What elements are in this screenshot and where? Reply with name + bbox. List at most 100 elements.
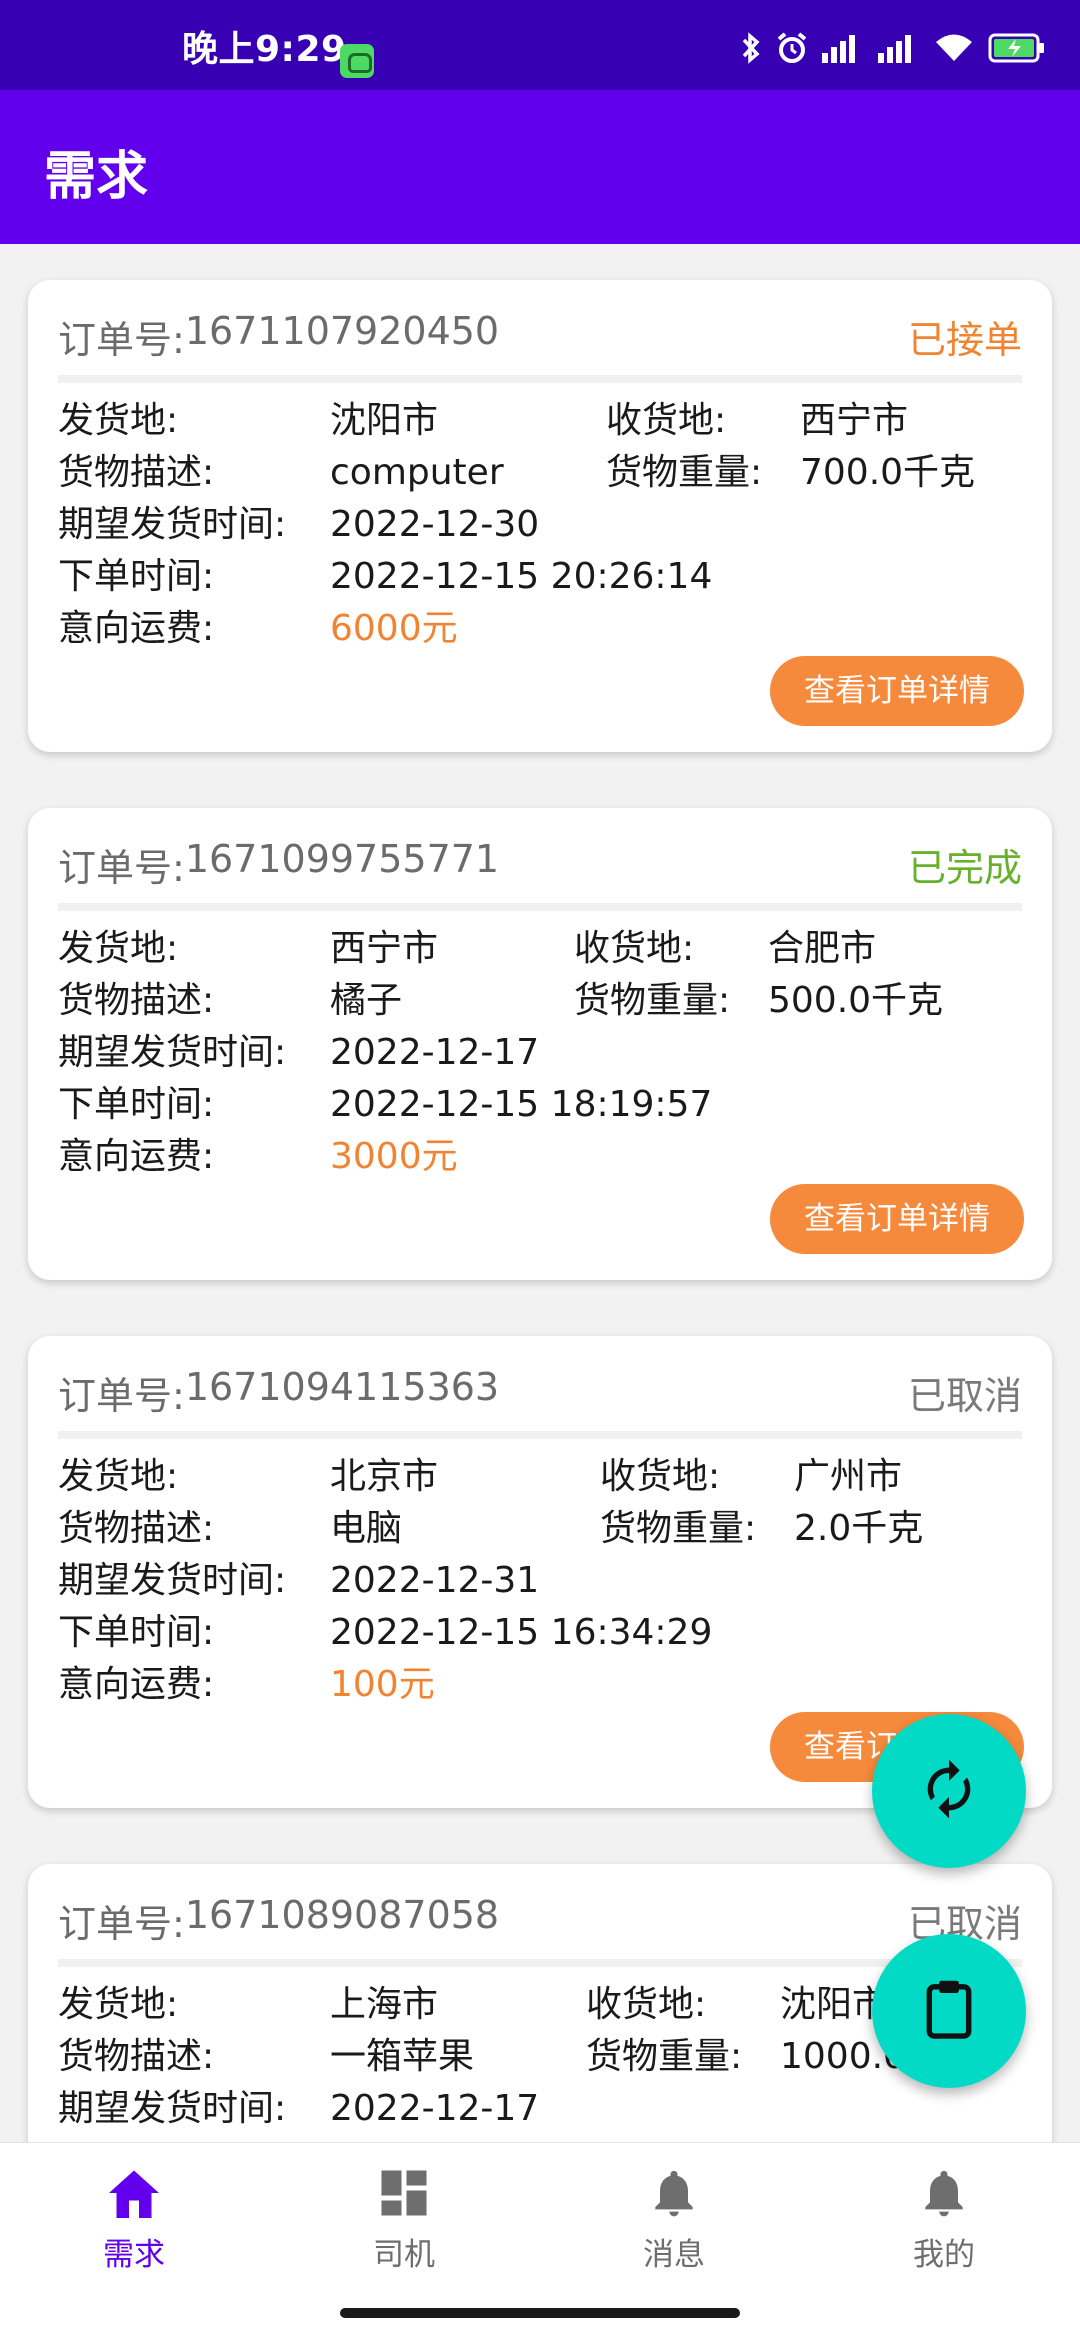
divider: [58, 1959, 1022, 1967]
divider: [58, 1431, 1022, 1439]
fee-label: 意向运费:: [58, 1664, 215, 1705]
desc-value: computer: [330, 452, 504, 493]
ordered-value: 2022-12-15 18:19:57: [330, 1084, 713, 1125]
expected-value: 2022-12-31: [330, 1560, 540, 1601]
order-status: 已取消: [907, 1373, 1022, 1418]
desc-value: 一箱苹果: [330, 2036, 475, 2077]
fee-label: 意向运费:: [58, 1136, 215, 1177]
to-label: 收货地:: [574, 928, 695, 969]
app-bar: 需求: [0, 90, 1080, 244]
from-value: 西宁市: [330, 928, 439, 969]
expected-label: 期望发货时间:: [58, 504, 287, 545]
desc-label: 货物描述:: [58, 980, 215, 1021]
from-value: 上海市: [330, 1984, 439, 2025]
nav-label: 司机: [373, 2237, 435, 2273]
divider: [58, 375, 1022, 383]
order-number-label: 订单号:: [58, 1901, 185, 1946]
weight-label: 货物重量:: [606, 452, 763, 493]
desc-label: 货物描述:: [58, 2036, 215, 2077]
nav-item-demand[interactable]: 需求: [34, 2165, 234, 2275]
weight-label: 货物重量:: [600, 1508, 757, 1549]
fee-value: 100元: [330, 1664, 435, 1705]
refresh-fab[interactable]: [872, 1714, 1026, 1868]
bell-icon: [914, 2165, 974, 2221]
signal-icon-1: [822, 33, 864, 63]
to-value: 合肥市: [768, 928, 877, 969]
clipboard-icon: [919, 1977, 979, 2045]
home-indicator[interactable]: [340, 2308, 740, 2318]
order-card[interactable]: 订单号: 1671107920450 已接单 发货地: 沈阳市 收货地: 西宁市…: [28, 280, 1052, 752]
order-card-header: 订单号: 1671089087058 已取消: [58, 1892, 1022, 1948]
bluetooth-icon: [740, 31, 762, 65]
app-notification-icon: [340, 44, 374, 78]
order-status: 已接单: [907, 317, 1022, 362]
dashboard-icon: [374, 2165, 434, 2221]
weight-value: 700.0千克: [800, 452, 976, 493]
desc-value: 电脑: [330, 1508, 403, 1549]
nav-item-driver[interactable]: 司机: [304, 2165, 504, 2275]
battery-icon: [988, 33, 1046, 63]
weight-label: 货物重量:: [586, 2036, 743, 2077]
expected-value: 2022-12-30: [330, 504, 540, 545]
nav-item-mine[interactable]: 我的: [844, 2165, 1044, 2275]
from-label: 发货地:: [58, 400, 179, 441]
from-label: 发货地:: [58, 928, 179, 969]
fee-label: 意向运费:: [58, 608, 215, 649]
weight-value: 2.0千克: [794, 1508, 924, 1549]
order-number-label: 订单号:: [58, 317, 185, 362]
expected-value: 2022-12-17: [330, 2088, 540, 2129]
ordered-value: 2022-12-15 16:34:29: [330, 1612, 713, 1653]
ordered-label: 下单时间:: [58, 556, 215, 597]
order-number-label: 订单号:: [58, 845, 185, 890]
status-icons: [740, 26, 1046, 70]
to-label: 收货地:: [600, 1456, 721, 1497]
nav-label: 需求: [103, 2237, 165, 2273]
to-value: 广州市: [794, 1456, 903, 1497]
refresh-icon: [917, 1757, 981, 1825]
expected-label: 期望发货时间:: [58, 2088, 287, 2129]
fee-value: 6000元: [330, 608, 458, 649]
order-status: 已完成: [907, 845, 1022, 890]
expected-value: 2022-12-17: [330, 1032, 540, 1073]
expected-label: 期望发货时间:: [58, 1032, 287, 1073]
view-order-detail-button[interactable]: 查看订单详情: [770, 656, 1024, 726]
bell-icon: [644, 2165, 704, 2221]
ordered-label: 下单时间:: [58, 1084, 215, 1125]
order-card-header: 订单号: 1671099755771 已完成: [58, 836, 1022, 892]
nav-label: 我的: [913, 2237, 975, 2273]
nav-label: 消息: [643, 2237, 705, 2273]
weight-label: 货物重量:: [574, 980, 731, 1021]
order-number: 1671107920450: [184, 308, 500, 353]
from-label: 发货地:: [58, 1984, 179, 2025]
from-value: 北京市: [330, 1456, 439, 1497]
view-order-detail-button[interactable]: 查看订单详情: [770, 1184, 1024, 1254]
to-value: 西宁市: [800, 400, 909, 441]
home-icon: [104, 2165, 164, 2221]
desc-value: 橘子: [330, 980, 403, 1021]
order-card-header: 订单号: 1671094115363 已取消: [58, 1364, 1022, 1420]
order-number: 1671094115363: [184, 1364, 500, 1409]
fee-value: 3000元: [330, 1136, 458, 1177]
desc-label: 货物描述:: [58, 1508, 215, 1549]
signal-icon-2: [878, 33, 920, 63]
order-card[interactable]: 订单号: 1671099755771 已完成 发货地: 西宁市 收货地: 合肥市…: [28, 808, 1052, 1280]
order-number: 1671089087058: [184, 1892, 500, 1937]
status-bar: 晚上9:29: [0, 0, 1080, 90]
order-number-label: 订单号:: [58, 1373, 185, 1418]
divider: [58, 903, 1022, 911]
to-label: 收货地:: [606, 400, 727, 441]
ordered-value: 2022-12-15 20:26:14: [330, 556, 713, 597]
page-title: 需求: [44, 147, 149, 207]
wifi-icon: [934, 33, 974, 63]
order-number: 1671099755771: [184, 836, 500, 881]
from-value: 沈阳市: [330, 400, 439, 441]
ordered-label: 下单时间:: [58, 1612, 215, 1653]
from-label: 发货地:: [58, 1456, 179, 1497]
nav-item-messages[interactable]: 消息: [574, 2165, 774, 2275]
to-label: 收货地:: [586, 1984, 707, 2025]
weight-value: 500.0千克: [768, 980, 944, 1021]
clipboard-fab[interactable]: [872, 1934, 1026, 2088]
status-time: 晚上9:29: [182, 29, 347, 70]
expected-label: 期望发货时间:: [58, 1560, 287, 1601]
desc-label: 货物描述:: [58, 452, 215, 493]
